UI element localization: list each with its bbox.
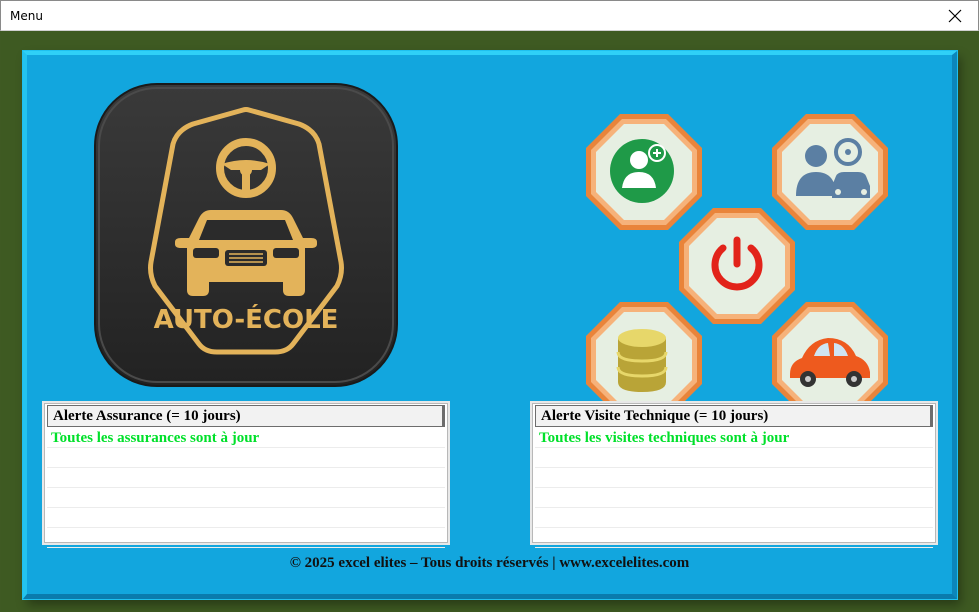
list-item[interactable]: Toutes les assurances sont à jour: [47, 428, 445, 448]
copyright-footer: © 2025 excel elites – Tous droits réserv…: [289, 555, 690, 571]
window-client-area: AUTO-ÉCOLE Alerte Assurance (= 10 jours)…: [1, 31, 978, 612]
list-item[interactable]: [47, 508, 445, 528]
list-item[interactable]: [47, 488, 445, 508]
inspection-alert-header[interactable]: Alerte Visite Technique (= 10 jours): [535, 405, 933, 427]
list-item[interactable]: [47, 448, 445, 468]
list-item[interactable]: Toutes les visites techniques sont à jou…: [535, 428, 933, 448]
insurance-alert-list[interactable]: Alerte Assurance (= 10 jours) Toutes les…: [42, 401, 450, 548]
list-item[interactable]: [535, 528, 933, 548]
insurance-alert-header[interactable]: Alerte Assurance (= 10 jours): [47, 405, 445, 427]
window-title: Menu: [10, 9, 43, 23]
close-button[interactable]: [932, 1, 978, 31]
list-item[interactable]: [535, 468, 933, 488]
inspection-alert-list[interactable]: Alerte Visite Technique (= 10 jours) Tou…: [530, 401, 938, 548]
database-icon: [616, 329, 668, 392]
close-icon: [948, 9, 962, 23]
add-user-icon: [610, 139, 674, 203]
logo-text: AUTO-ÉCOLE: [154, 303, 339, 335]
list-item[interactable]: [47, 528, 445, 548]
auto-ecole-logo: AUTO-ÉCOLE: [93, 82, 399, 388]
title-bar: Menu: [0, 0, 979, 31]
list-item[interactable]: [535, 448, 933, 468]
list-item[interactable]: [47, 468, 445, 488]
list-item[interactable]: [535, 508, 933, 528]
main-panel: AUTO-ÉCOLE Alerte Assurance (= 10 jours)…: [23, 51, 957, 599]
list-item[interactable]: [535, 488, 933, 508]
